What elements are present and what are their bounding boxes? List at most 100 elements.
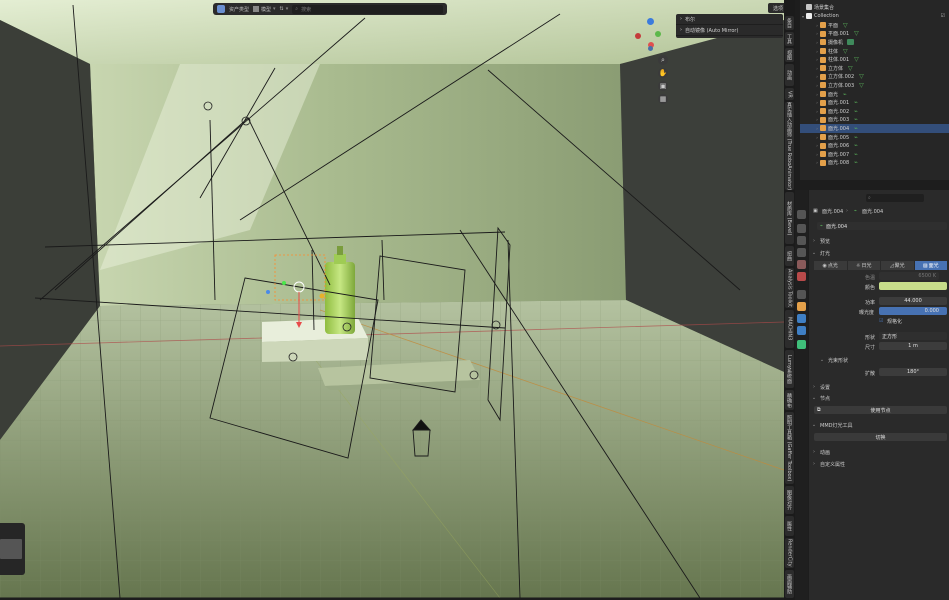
modifier-tab-icon[interactable]	[797, 314, 806, 323]
light-data-icon[interactable]: ⌁	[854, 116, 858, 123]
mesh-data-icon[interactable]: ▽	[854, 30, 859, 37]
view-layer-tab-icon[interactable]	[797, 248, 806, 257]
shape-dropdown[interactable]: 正方形	[879, 332, 947, 340]
light-data-icon[interactable]: ⌁	[854, 134, 858, 141]
tab-image-align[interactable]: 图像对齐	[785, 486, 794, 514]
toggle-button[interactable]: 切换	[814, 433, 947, 441]
physics-tab-icon[interactable]	[797, 326, 806, 335]
object-tab-icon[interactable]	[797, 302, 806, 311]
gizmo-x-neg-icon[interactable]	[635, 33, 641, 39]
camera-view-icon[interactable]: ▣	[658, 81, 668, 91]
last-operator-panel[interactable]	[0, 523, 25, 575]
outliner[interactable]: 场景集合 ▾ Collection ☑ › 平面 ▽ › 平面.001 ▽ › 摄像机 › 柱体 ▽…	[800, 0, 949, 180]
outliner-item[interactable]: › 柱体.001 ▽	[800, 55, 949, 64]
light-data-icon[interactable]: ⌁	[854, 159, 858, 166]
tab-analysis-toolkit[interactable]: Analysis Toolkit	[785, 268, 794, 308]
tab-bevel[interactable]: 材质库 (Bevel)	[785, 192, 794, 244]
section-custom-properties[interactable]: › 自定义属性	[811, 459, 947, 469]
viewport-scene[interactable]	[0, 0, 784, 598]
collection-row[interactable]: ▾ Collection ☑	[800, 12, 949, 21]
outliner-item[interactable]: › 面光 ⌁	[800, 90, 949, 99]
mesh-data-icon[interactable]: ▽	[848, 65, 853, 72]
light-type-sun[interactable]: ☼ 日光	[847, 261, 880, 270]
gizmo-y-axis-icon[interactable]	[655, 31, 661, 37]
output-tab-icon[interactable]	[797, 236, 806, 245]
outliner-item[interactable]: › 平面 ▽	[800, 21, 949, 30]
section-animation[interactable]: › 动画	[811, 447, 947, 457]
light-data-icon[interactable]: ⌁	[854, 99, 858, 106]
grid-toggle-icon[interactable]: ▦	[658, 94, 668, 104]
outliner-item[interactable]: › 面光.001 ⌁	[800, 98, 949, 107]
outliner-item[interactable]: › 摄像机	[800, 38, 949, 47]
tab-properties[interactable]: 属性	[785, 516, 794, 536]
mesh-data-icon[interactable]: ▽	[859, 73, 864, 80]
section-preview[interactable]: › 预览	[811, 236, 947, 246]
navigation-gizmo[interactable]	[630, 14, 664, 54]
scene-collection-row[interactable]: 场景集合	[800, 3, 949, 12]
options-button[interactable]: 选项	[768, 3, 784, 13]
normalize-checkbox-icon[interactable]: ☑	[879, 318, 883, 324]
tab-view[interactable]: 视图	[785, 48, 794, 62]
editor-type-dropdown[interactable]: 资产类型	[229, 6, 249, 13]
tab-gaffer-toolbox[interactable]: 照明工具箱 (Gaffer Toolbox)	[785, 412, 794, 484]
section-light[interactable]: ⌄ 灯光	[811, 248, 947, 258]
search-input[interactable]: ⌕ 搜索	[292, 4, 443, 14]
outliner-item[interactable]: › 面光.008 ⌁	[800, 159, 949, 168]
light-data-icon[interactable]: ⌁	[854, 142, 858, 149]
datablock-selector[interactable]: ⌁ 面光.004	[817, 222, 947, 230]
tab-rendercity[interactable]: RenderCity	[785, 538, 794, 568]
tab-item[interactable]: 条目	[785, 16, 794, 30]
outliner-item[interactable]: › 面光.004 ⌁	[800, 124, 949, 133]
use-nodes-button[interactable]: ⧉ 使用节点	[814, 406, 947, 414]
camera-data-icon[interactable]	[847, 39, 855, 46]
outliner-item[interactable]: › 面光.007 ⌁	[800, 150, 949, 159]
section-beam-shape[interactable]: ⌄ 光束形状	[819, 355, 947, 365]
light-data-icon[interactable]: ⌁	[843, 91, 847, 98]
outliner-item[interactable]: › 面光.003 ⌁	[800, 116, 949, 125]
mesh-data-icon[interactable]: ▽	[854, 56, 859, 63]
tab-canvas-assist[interactable]: 画面辅助	[785, 570, 794, 598]
color-swatch[interactable]	[879, 282, 947, 290]
properties-search-input[interactable]: ⌕	[866, 194, 924, 202]
tab-animation[interactable]: 动画	[785, 64, 794, 86]
tab-precise-cloth[interactable]: 精确布	[785, 390, 794, 410]
gizmo-z-axis-icon[interactable]	[647, 18, 654, 25]
exposure-field[interactable]: 0.000	[879, 307, 947, 315]
outliner-item[interactable]: › 柱体 ▽	[800, 47, 949, 56]
world-tab-icon[interactable]	[797, 272, 806, 281]
light-type-point[interactable]: ◉ 点光	[814, 261, 847, 270]
3d-viewport[interactable]: 资产类型 模型 ▾ ⇅ ▾ ⌕ 搜索 选项 › 布尔 › 自动镜像 (Auto …	[0, 0, 784, 598]
size-field[interactable]: 1 m	[879, 342, 947, 350]
panel-item-boolean[interactable]: › 布尔	[676, 14, 783, 25]
operator-panel-field[interactable]	[0, 539, 22, 559]
tab-lumy[interactable]: Lumy系统面	[785, 350, 794, 388]
collection-tab-icon[interactable]	[797, 290, 806, 299]
section-settings[interactable]: › 设置	[811, 382, 947, 392]
checkbox-icon[interactable]: ☑	[941, 13, 945, 19]
light-type-area[interactable]: ▨ 面光	[914, 261, 947, 270]
scene-tab-icon[interactable]	[797, 260, 806, 269]
tab-machin3[interactable]: MACHIN3	[785, 310, 794, 348]
asset-browser-icon[interactable]	[217, 5, 225, 13]
pan-hand-icon[interactable]: ✋	[658, 68, 668, 78]
tab-vr[interactable]: VR	[785, 88, 794, 100]
outliner-item[interactable]: › 平面.001 ▽	[800, 30, 949, 39]
section-nodes[interactable]: ⌄ 节点	[811, 393, 947, 403]
section-mmd-light-tools[interactable]: ⌄ MMD灯光工具	[811, 420, 947, 430]
spread-field[interactable]: 180°	[879, 368, 947, 376]
properties-editor[interactable]: ⌕ ▣ 面光.004 › ⌁ 面光.004 ⌁ 面光.004 › 预览 ⌄ 灯光…	[809, 190, 949, 600]
transform-pivot-dropdown[interactable]: ⇅ ▾	[280, 6, 289, 12]
outliner-item[interactable]: › 立方体.002 ▽	[800, 73, 949, 82]
tab-true-roboanimator[interactable]: 真实插入动画师 (True RoboAnimator)	[785, 102, 794, 190]
tab-tool[interactable]: 工具	[785, 32, 794, 46]
outliner-item[interactable]: › 立方体.003 ▽	[800, 81, 949, 90]
panel-item-auto-mirror[interactable]: › 自动镜像 (Auto Mirror)	[676, 25, 783, 36]
power-field[interactable]: 44.000	[879, 297, 947, 305]
gizmo-z-neg-icon[interactable]	[648, 46, 653, 51]
outliner-item[interactable]: › 面光.005 ⌁	[800, 133, 949, 142]
light-type-spot[interactable]: ◿ 聚光	[881, 261, 914, 270]
tool-tab-icon[interactable]	[797, 210, 806, 219]
mesh-data-icon[interactable]: ▽	[859, 82, 864, 89]
light-data-icon[interactable]: ⌁	[854, 125, 858, 132]
light-data-icon[interactable]: ⌁	[854, 108, 858, 115]
